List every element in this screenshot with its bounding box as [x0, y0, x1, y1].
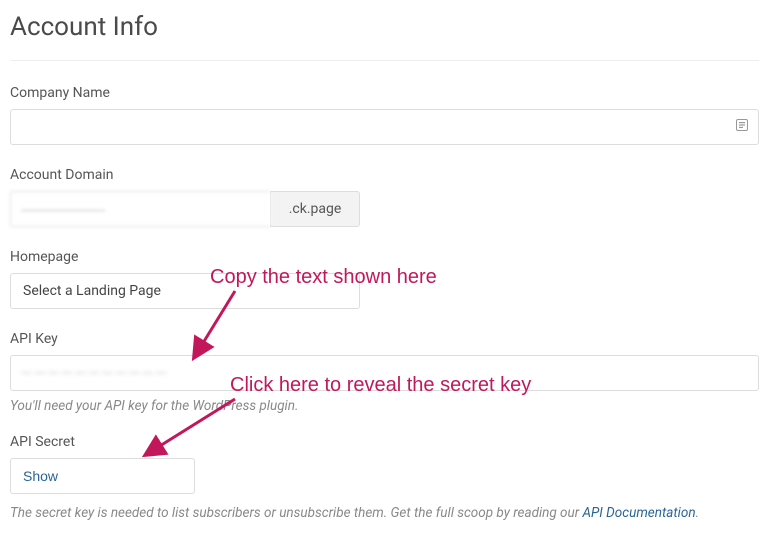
page-title: Account Info — [10, 12, 759, 42]
divider — [10, 60, 759, 61]
account-domain-input[interactable] — [10, 191, 270, 227]
api-key-help: You'll need your API key for the WordPre… — [10, 397, 759, 416]
api-key-value-blurred: ——————————— — [20, 364, 168, 383]
domain-suffix: .ck.page — [270, 191, 360, 227]
show-secret-button[interactable]: Show — [10, 458, 195, 494]
homepage-select[interactable]: Select a Landing Page — [10, 273, 360, 309]
api-key-label: API Key — [10, 331, 759, 347]
company-name-label: Company Name — [10, 85, 759, 101]
company-name-input[interactable] — [10, 109, 759, 145]
api-secret-help: The secret key is needed to list subscri… — [10, 504, 759, 523]
account-domain-label: Account Domain — [10, 167, 759, 183]
homepage-label: Homepage — [10, 249, 759, 265]
api-secret-label: API Secret — [10, 434, 759, 450]
api-documentation-link[interactable]: API Documentation — [583, 505, 696, 521]
